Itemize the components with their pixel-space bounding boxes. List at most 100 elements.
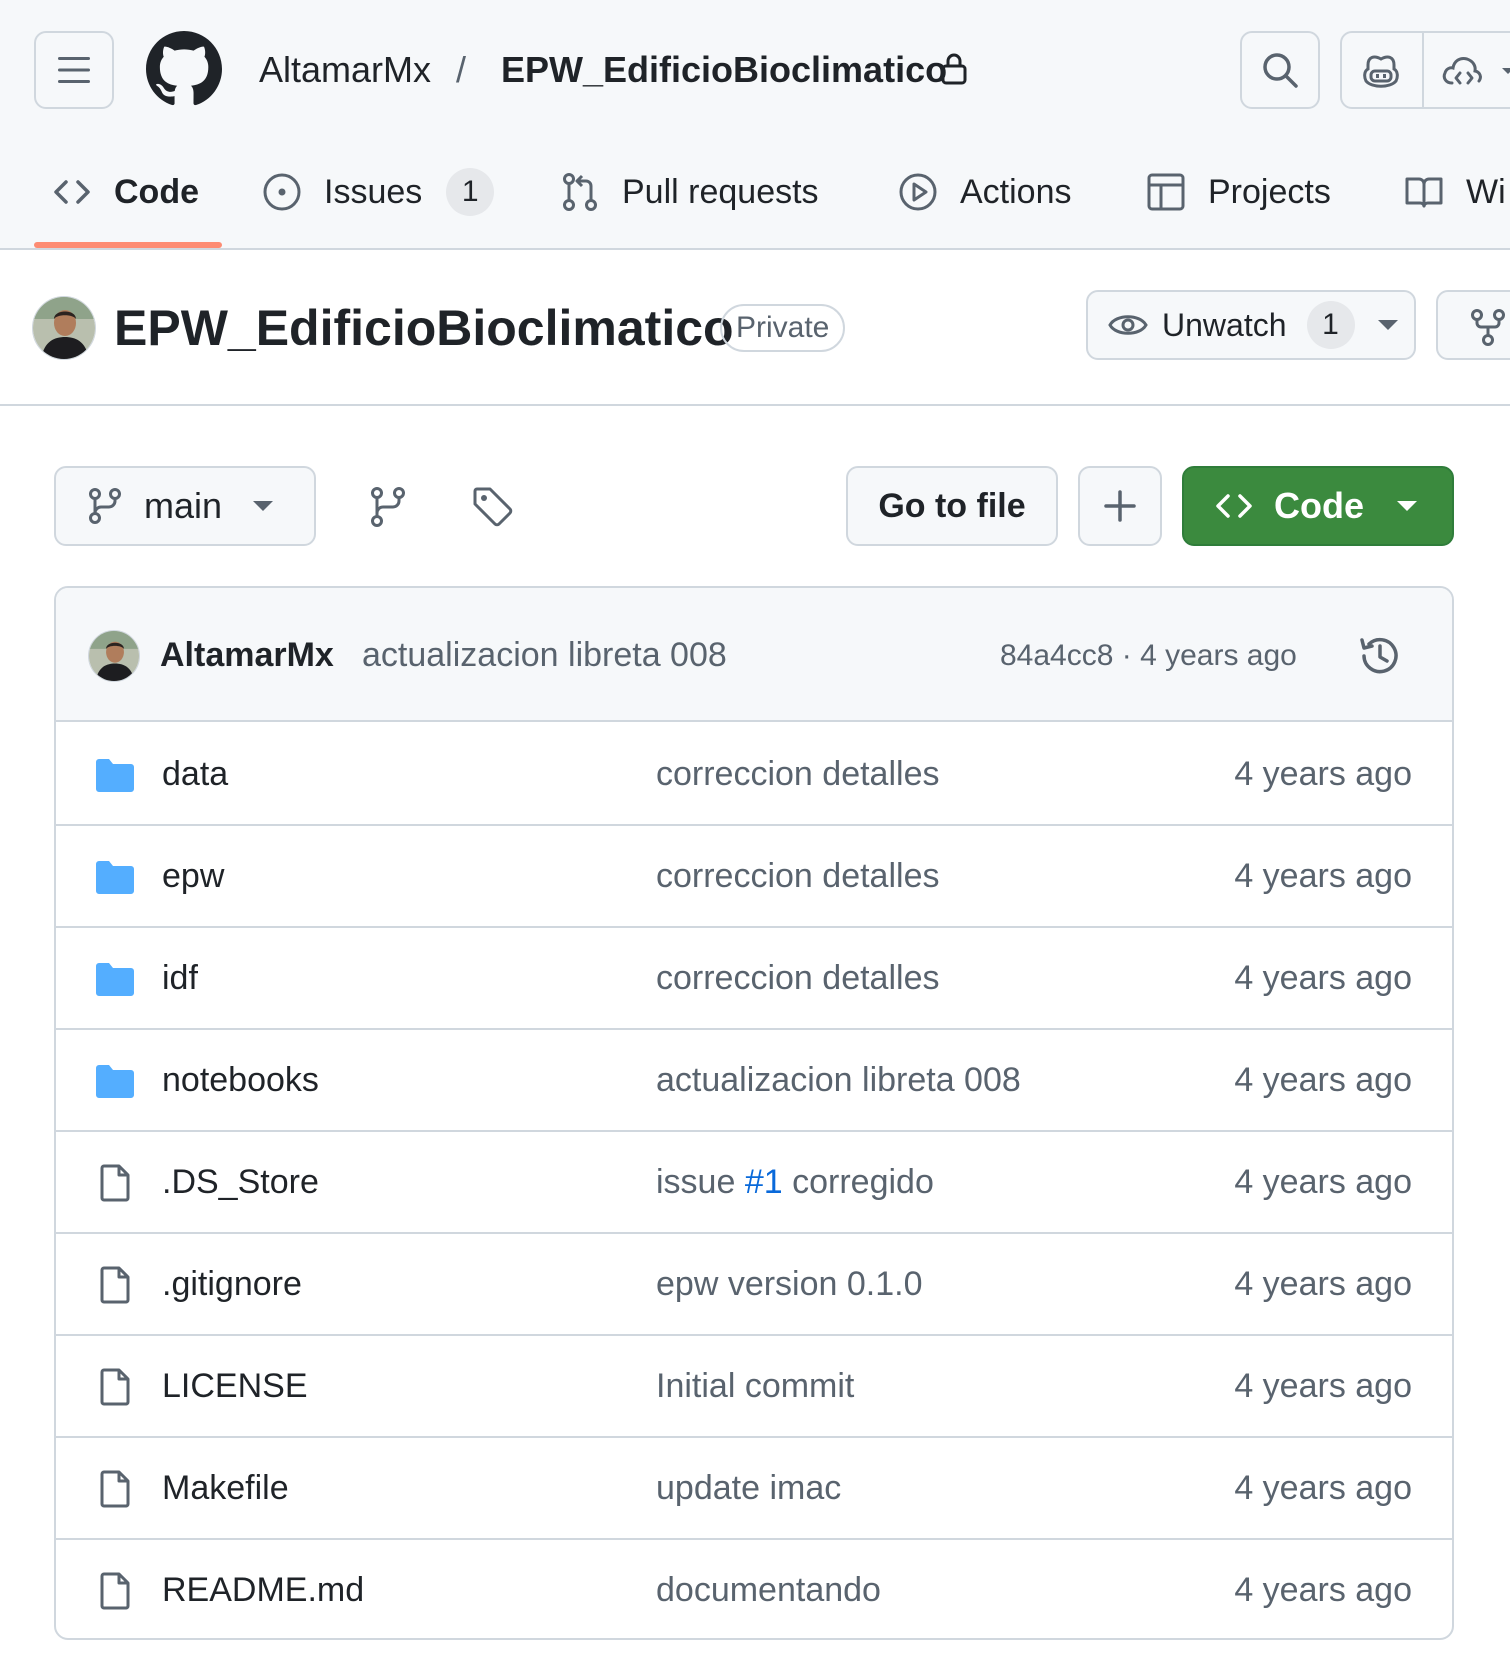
file-commit-message[interactable]: actualizacion libreta 008 — [656, 1058, 1021, 1102]
file-age: 4 years ago — [1234, 857, 1412, 895]
file-age: 4 years ago — [1234, 1061, 1412, 1099]
file-name[interactable]: Makefile — [162, 1466, 289, 1510]
file-row[interactable]: Makefile update imac 4 years ago — [56, 1438, 1452, 1540]
tab-label: Actions — [960, 172, 1072, 211]
tab-label: Projects — [1208, 172, 1331, 211]
file-commit-message[interactable]: correccion detalles — [656, 956, 939, 1000]
file-name[interactable]: .gitignore — [162, 1262, 302, 1306]
tab-projects[interactable]: Projects — [1146, 166, 1331, 218]
repo-title[interactable]: EPW_EdificioBioclimatico — [114, 298, 734, 358]
file-age: 4 years ago — [1234, 1469, 1412, 1507]
file-name[interactable]: notebooks — [162, 1058, 319, 1102]
owner-avatar[interactable] — [32, 296, 96, 360]
go-to-file-button[interactable]: Go to file — [846, 466, 1058, 546]
file-table: AltamarMx actualizacion libreta 008 84a4… — [54, 586, 1454, 1640]
commit-hash-time[interactable]: 84a4cc8 · 4 years ago — [1000, 636, 1297, 676]
branches-icon[interactable] — [368, 486, 408, 528]
unwatch-label: Unwatch — [1162, 306, 1287, 343]
file-row[interactable]: README.md documentando 4 years ago — [56, 1540, 1452, 1638]
breadcrumb-owner[interactable]: AltamarMx — [259, 48, 431, 92]
file-age: 4 years ago — [1234, 1163, 1412, 1201]
tab-label: Wi — [1466, 172, 1506, 211]
copilot-button-group — [1340, 31, 1510, 109]
file-icon — [100, 1368, 130, 1406]
file-row[interactable]: LICENSE Initial commit 4 years ago — [56, 1336, 1452, 1438]
commit-author[interactable]: AltamarMx — [160, 634, 334, 676]
file-name[interactable]: .DS_Store — [162, 1160, 319, 1204]
avatar-image — [33, 297, 95, 359]
code-icon — [54, 180, 90, 204]
commit-text: issue — [656, 1163, 745, 1201]
file-commit-message[interactable]: update imac — [656, 1466, 841, 1510]
search-button[interactable] — [1240, 31, 1320, 109]
github-logo-icon[interactable] — [146, 31, 222, 107]
file-row[interactable]: .gitignore epw version 0.1.0 4 years ago — [56, 1234, 1452, 1336]
file-commit-message[interactable]: correccion detalles — [656, 854, 939, 898]
branch-select-button[interactable]: main — [54, 466, 316, 546]
add-file-button[interactable] — [1078, 466, 1162, 546]
file-row[interactable]: .DS_Store issue #1 corregido 4 years ago — [56, 1132, 1452, 1234]
chevron-down-icon — [1377, 320, 1398, 330]
folder-icon — [96, 963, 134, 996]
file-name[interactable]: idf — [162, 956, 198, 1000]
fork-button[interactable] — [1436, 290, 1510, 360]
history-icon[interactable] — [1358, 634, 1402, 678]
file-commit-message[interactable]: Initial commit — [656, 1364, 854, 1408]
menu-button[interactable] — [34, 31, 114, 109]
codespaces-cloud-icon[interactable] — [1440, 53, 1484, 89]
fork-icon — [1471, 309, 1505, 346]
file-icon — [100, 1572, 130, 1610]
file-commit-message[interactable]: documentando — [656, 1568, 881, 1612]
pull-request-icon — [563, 173, 597, 211]
search-icon — [1263, 53, 1298, 88]
file-name[interactable]: data — [162, 752, 228, 796]
unwatch-button[interactable]: Unwatch 1 — [1086, 290, 1416, 360]
tab-label: Issues — [324, 172, 423, 211]
tag-icon[interactable] — [472, 486, 514, 528]
file-row[interactable]: notebooks actualizacion libreta 008 4 ye… — [56, 1030, 1452, 1132]
file-name[interactable]: epw — [162, 854, 224, 898]
play-icon — [899, 173, 937, 211]
file-commit-message[interactable]: issue #1 corregido — [656, 1160, 934, 1204]
commit-author-avatar[interactable] — [88, 630, 140, 682]
branch-name: main — [144, 485, 223, 526]
file-commit-message[interactable]: epw version 0.1.0 — [656, 1262, 923, 1306]
code-button-label: Code — [1274, 485, 1364, 526]
visibility-badge: Private — [720, 304, 846, 352]
hamburger-icon — [58, 57, 90, 83]
chevron-down-icon — [1397, 501, 1417, 511]
file-name[interactable]: README.md — [162, 1568, 364, 1612]
file-name[interactable]: LICENSE — [162, 1364, 308, 1408]
watch-counter: 1 — [1306, 301, 1355, 349]
plus-icon — [1104, 490, 1136, 522]
file-icon — [100, 1266, 130, 1304]
issues-counter: 1 — [446, 168, 495, 216]
file-icon — [100, 1164, 130, 1202]
tab-pull-requests[interactable]: Pull requests — [560, 166, 819, 218]
issue-link[interactable]: #1 — [745, 1163, 783, 1201]
commit-message[interactable]: actualizacion libreta 008 — [362, 634, 727, 676]
button-divider — [1422, 33, 1424, 107]
code-dropdown-button[interactable]: Code — [1182, 466, 1454, 546]
tab-code[interactable]: Code — [52, 166, 199, 218]
folder-icon — [96, 861, 134, 894]
breadcrumb-repo[interactable]: EPW_EdificioBioclimatico — [501, 48, 947, 92]
lock-icon — [941, 53, 967, 85]
header-divider — [0, 404, 1510, 406]
copilot-icon[interactable] — [1360, 51, 1402, 91]
folder-icon — [96, 1065, 134, 1098]
code-icon — [1216, 494, 1252, 518]
avatar-image — [89, 631, 139, 681]
chevron-down-icon — [253, 501, 274, 511]
file-row[interactable]: epw correccion detalles 4 years ago — [56, 826, 1452, 928]
book-icon — [1405, 177, 1443, 208]
tab-actions[interactable]: Actions — [898, 166, 1072, 218]
table-icon — [1147, 173, 1185, 211]
file-row[interactable]: idf correccion detalles 4 years ago — [56, 928, 1452, 1030]
file-row[interactable]: data correccion detalles 4 years ago — [56, 724, 1452, 826]
file-commit-message[interactable]: correccion detalles — [656, 752, 939, 796]
tab-wiki[interactable]: Wi — [1404, 166, 1506, 218]
tab-issues[interactable]: Issues 1 — [262, 166, 495, 218]
file-icon — [100, 1470, 130, 1508]
file-age: 4 years ago — [1234, 959, 1412, 997]
